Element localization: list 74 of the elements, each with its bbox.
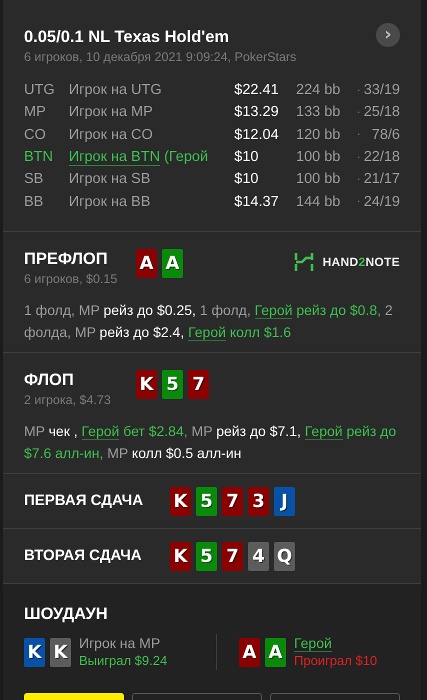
player-name[interactable]: Игрок на CO xyxy=(68,126,153,143)
playing-card: 5 xyxy=(196,542,217,570)
bb-cell-text: 224 bb xyxy=(296,81,342,100)
playing-card: 7 xyxy=(188,370,209,399)
street-title: ФЛОП xyxy=(24,370,75,390)
result-text: Проиграл $10 xyxy=(294,652,378,670)
separator-dot: · xyxy=(356,195,362,210)
bb-cell-text: 100 bb xyxy=(296,170,342,190)
playing-card: K xyxy=(136,370,157,399)
separator-dot: · xyxy=(356,172,362,187)
playing-card: A xyxy=(162,249,183,278)
playing-card: 3 xyxy=(248,486,269,516)
action-summary: MP чек , Герой бет $2.84, MP рейз до $7.1, Герой рейз до $7.6 алл-ин, MP колл $0.5 алл-ин xyxy=(24,422,398,463)
position-cell-text: SB xyxy=(24,170,44,190)
bb-cell-text: 120 bb xyxy=(296,126,342,145)
separator-dot: · xyxy=(356,106,362,120)
stats-cell-text: 33/19 xyxy=(364,81,400,100)
stack-cell-text: $12.04 xyxy=(234,126,280,145)
playing-card: 7 xyxy=(222,542,243,570)
player-name: Игрок на MP xyxy=(79,635,160,651)
separator-dot: · xyxy=(356,84,362,98)
bb-cell-text: 144 bb xyxy=(296,192,342,212)
hero-note: (Герой xyxy=(164,149,208,166)
logo-icon xyxy=(294,251,314,273)
stats-cell-text: 78/6 xyxy=(370,126,400,145)
player-name[interactable]: Игрок на SB xyxy=(68,171,150,188)
position-cell-text: BB xyxy=(24,192,44,212)
playing-card: 7 xyxy=(222,486,243,516)
playing-card: 4 xyxy=(248,542,269,570)
logo-text: HAND2NOTE xyxy=(322,255,400,269)
hand-title: 0.05/0.1 NL Texas Hold'em xyxy=(24,27,230,47)
stats-cell-text: 22/18 xyxy=(364,148,400,168)
bb-cell-text: 133 bb xyxy=(296,103,342,122)
street-subtitle: 2 игрока, $4.73 xyxy=(24,392,112,408)
position-cell-text: MP xyxy=(24,103,47,122)
player-name[interactable]: Герой xyxy=(294,635,332,652)
stack-cell-text: $10 xyxy=(234,170,260,190)
playing-card: Q xyxy=(274,542,295,570)
separator-dot: · xyxy=(356,150,362,165)
next-button[interactable]: › xyxy=(376,23,400,47)
playing-card: 5 xyxy=(196,486,217,516)
position-cell: BTN xyxy=(24,146,69,168)
playing-card: J xyxy=(274,486,295,516)
stats-cell-text: 25/18 xyxy=(364,103,400,122)
player-name[interactable]: Игрок на UTG xyxy=(68,82,162,98)
playing-card: 5 xyxy=(162,370,183,399)
stats-cell-text: 21/17 xyxy=(364,170,400,190)
playing-card: K xyxy=(170,486,191,516)
stack-cell-text: $22.41 xyxy=(234,81,280,100)
playing-card: K xyxy=(50,638,71,666)
action-summary: 1 фолд, MP рейз до $0.25, 1 фолд, Герой рейз до $0.8, 2 фолда, MP рейз до $2.4, Герой колл $1.6 xyxy=(24,301,394,343)
playing-card: A xyxy=(136,249,157,278)
bb-cell-text: 100 bb xyxy=(296,148,342,168)
street-subtitle: 6 игроков, $0.15 xyxy=(24,271,118,287)
playing-card: A xyxy=(265,638,286,666)
run-title: ПЕРВАЯ СДАЧА xyxy=(24,491,144,511)
hand-subtitle: 6 игроков, 10 декабря 2021 9:09:24, PokerStars xyxy=(24,49,296,65)
player-name[interactable]: Игрок на MP xyxy=(68,104,153,120)
position-cell-text: UTG xyxy=(24,81,56,100)
street-title: ПРЕФЛОП xyxy=(24,249,109,269)
playing-card: A xyxy=(239,638,260,666)
result-text: Выиграл $9.24 xyxy=(79,652,168,670)
position-cell-text: CO xyxy=(24,126,47,145)
stack-cell-text: $13.29 xyxy=(234,103,280,122)
showdown-title: ШОУДАУН xyxy=(24,604,109,624)
stack-cell-text: $14.37 xyxy=(234,192,280,212)
player-name[interactable]: Игрок на BB xyxy=(68,194,150,210)
run-title: ВТОРАЯ СДАЧА xyxy=(24,546,143,566)
playing-card: K xyxy=(170,542,191,570)
stats-cell-text: 24/19 xyxy=(364,192,400,212)
stack-cell-text: $10 xyxy=(234,148,260,168)
separator-dot: · xyxy=(356,128,362,142)
playing-card: K xyxy=(24,638,45,666)
player-name[interactable]: Игрок на BTN xyxy=(68,149,160,166)
